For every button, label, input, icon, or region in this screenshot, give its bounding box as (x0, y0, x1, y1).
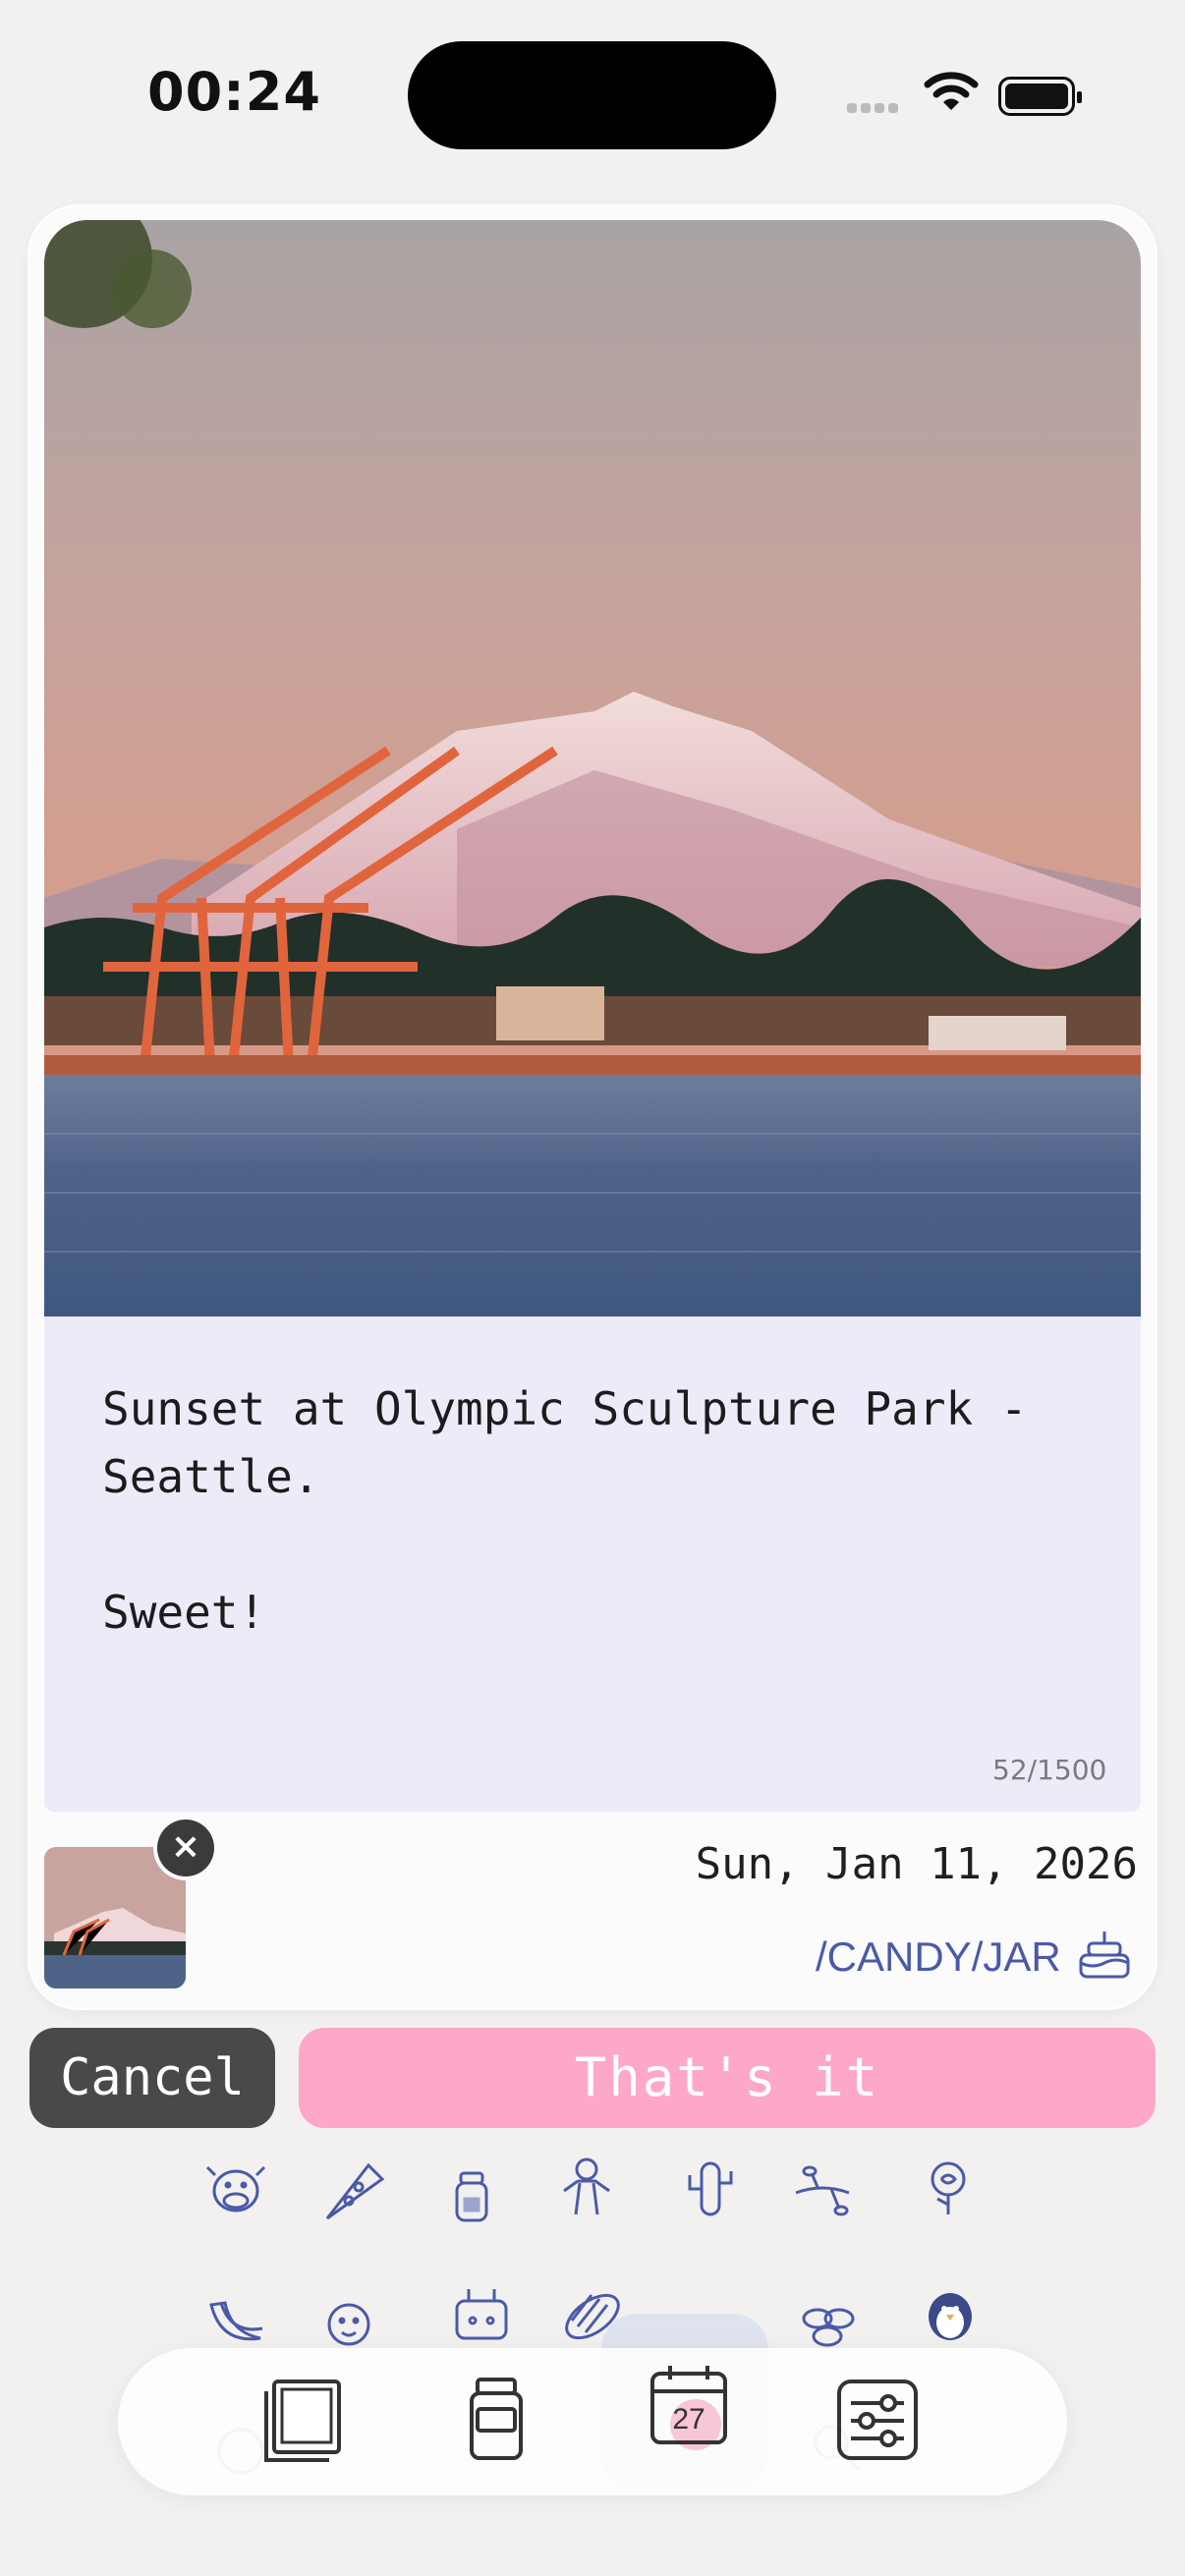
jar-icon[interactable] (437, 2159, 506, 2228)
photo-thumbnail[interactable] (44, 1847, 186, 1988)
status-time: 00:24 (147, 61, 321, 123)
calendar-day: 27 (672, 2403, 705, 2436)
calendar-tab-icon[interactable]: 27 (645, 2362, 733, 2450)
jar-tab-icon[interactable] (452, 2376, 540, 2464)
cancel-button[interactable]: Cancel (29, 2028, 275, 2128)
char-counter: 52/1500 (992, 1754, 1107, 1786)
photos-tab-icon[interactable] (260, 2376, 349, 2464)
pizza-icon[interactable] (319, 2157, 388, 2226)
gingerbread-icon[interactable] (552, 2154, 621, 2222)
note-text[interactable]: Sunset at Olympic Sculpture Park - Seatt… (102, 1375, 1085, 1647)
banana-icon[interactable] (201, 2285, 270, 2354)
battery-icon (998, 77, 1082, 116)
cow-icon[interactable] (201, 2154, 270, 2222)
branch-icon[interactable] (788, 2154, 857, 2222)
remove-photo-button[interactable]: × (157, 1820, 214, 1876)
cake-icon[interactable] (1075, 1928, 1134, 1987)
wifi-icon (924, 71, 979, 118)
entry-date[interactable]: Sun, Jan 11, 2026 (696, 1839, 1138, 1889)
settings-tab-icon[interactable] (833, 2376, 922, 2464)
dynamic-island (408, 41, 776, 149)
entry-photo[interactable] (44, 220, 1141, 1316)
toaster-icon[interactable] (447, 2279, 516, 2348)
rose-icon[interactable] (914, 2154, 983, 2222)
cactus-icon[interactable] (676, 2154, 745, 2222)
jar-path[interactable]: /CANDY/JAR (816, 1933, 1061, 1981)
confirm-button[interactable]: That's it (299, 2028, 1156, 2128)
penguin-icon[interactable] (916, 2281, 985, 2350)
cellular-signal-icon (847, 98, 902, 117)
